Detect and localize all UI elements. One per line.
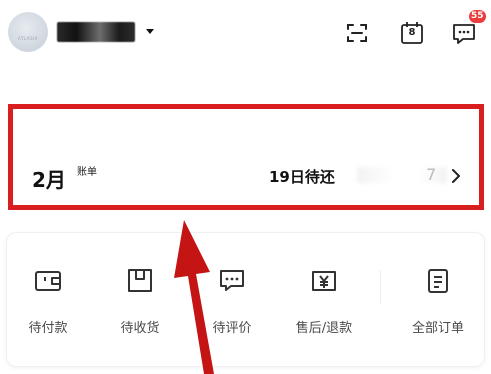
order-list-icon [428, 269, 448, 293]
chevron-right-icon[interactable] [451, 169, 461, 183]
bill-label: 账单 [77, 167, 97, 178]
calendar-day: 8 [408, 27, 416, 38]
order-label: 待付款 [28, 321, 68, 336]
order-item-pending-payment[interactable]: 待付款 [8, 265, 88, 345]
avatar[interactable]: ATLASIA [8, 12, 48, 52]
annotation-arrow [174, 220, 214, 374]
package-icon [128, 269, 152, 292]
amount-tail: 7 [426, 165, 437, 184]
order-item-all-orders[interactable]: 全部订单 [398, 265, 478, 345]
scan-icon[interactable] [344, 20, 370, 46]
order-label: 全部订单 [411, 321, 464, 336]
divider [380, 270, 381, 304]
refund-icon [312, 271, 336, 291]
chevron-down-icon[interactable] [146, 29, 154, 34]
order-label: 售后/退款 [295, 321, 353, 336]
avatar-text: ATLASIA [18, 36, 38, 41]
username-redacted[interactable] [57, 22, 135, 42]
bill-card[interactable] [8, 104, 484, 210]
message-badge: 55 [469, 10, 486, 23]
due-text: 19日待还 [269, 168, 335, 186]
order-item-after-sale[interactable]: 售后/退款 [284, 265, 364, 345]
wallet-icon [35, 271, 61, 291]
my-page: ATLASIA 8 55 2月 账单 19日待还 7 待付款 待收货 待评价 售… [0, 0, 491, 374]
message-icon[interactable] [451, 20, 477, 46]
bill-month: 2月 [32, 168, 66, 192]
